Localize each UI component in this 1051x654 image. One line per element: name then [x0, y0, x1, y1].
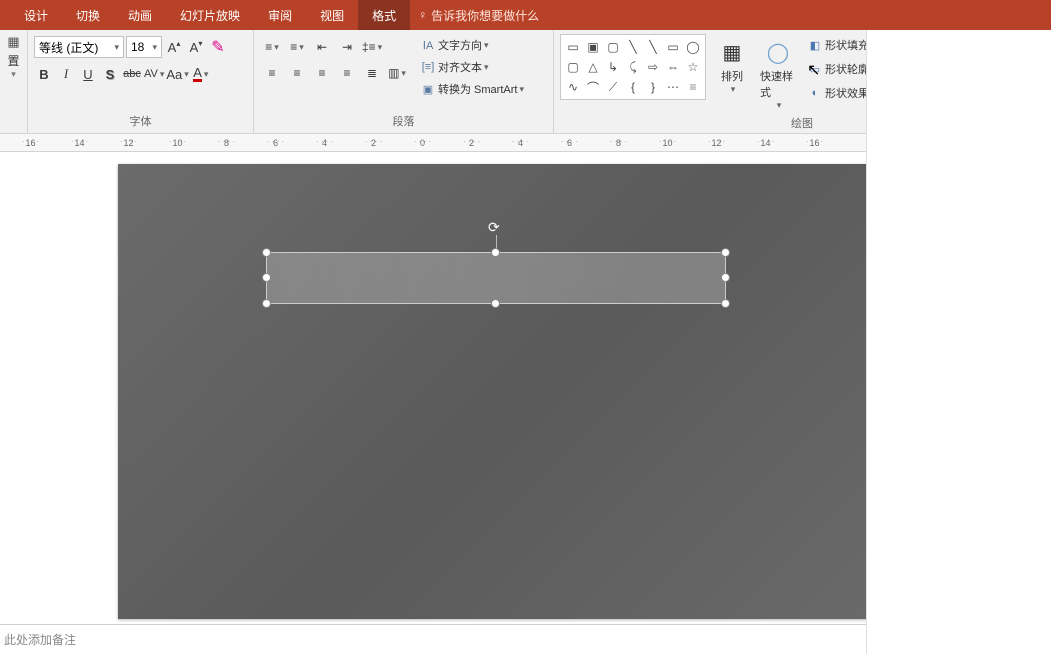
align-center-button[interactable]: ≡	[285, 62, 309, 84]
chevron-down-icon: ▾	[152, 42, 157, 53]
group-reset: ▦ 置 ▾	[0, 30, 28, 133]
shape-curve-icon[interactable]: ⤹	[624, 58, 642, 76]
reset-icon: ▦	[7, 34, 19, 50]
tab-format[interactable]: 格式	[358, 0, 410, 31]
tell-me-search[interactable]: ♀ 告诉我你想要做什么	[418, 7, 539, 24]
shape-lbrace-icon[interactable]: {	[624, 78, 642, 96]
reset-button[interactable]: ▦ 置 ▾	[0, 30, 27, 84]
tab-animations[interactable]: 动画	[114, 0, 166, 31]
group-paragraph: ≡▾ ≡▾ ⇤ ⇥ ‡≡▾ ≡ ≡ ≡ ≡ ≣ ▥▾ ⅠA文字方向▾ [≡]对齐…	[254, 30, 554, 133]
convert-smartart-button[interactable]: ▣转换为 SmartArt▾	[417, 78, 527, 100]
tell-me-label: 告诉我你想要做什么	[431, 7, 539, 24]
slide[interactable]: ⟳	[118, 164, 933, 619]
underline-button[interactable]: U	[78, 63, 98, 85]
bullets-button[interactable]: ≡▾	[260, 36, 284, 58]
right-blank-area	[866, 30, 1051, 654]
shape-effects-icon: ◐	[807, 87, 823, 99]
align-right-button[interactable]: ≡	[310, 62, 334, 84]
align-left-button[interactable]: ≡	[260, 62, 284, 84]
dropdown-icon: ▾	[11, 69, 16, 80]
font-group-label: 字体	[28, 111, 253, 133]
resize-handle-bm[interactable]	[491, 299, 500, 308]
grow-font-button[interactable]: A▴	[164, 36, 184, 58]
italic-button[interactable]: I	[56, 63, 76, 85]
selected-text-box[interactable]: ⟳	[266, 252, 726, 304]
tab-design[interactable]: 设计	[10, 0, 62, 31]
bulb-icon: ♀	[418, 8, 427, 22]
shape-textbox-icon[interactable]: ▭	[564, 38, 582, 56]
shapes-gallery[interactable]: ▭ ▣ ▢ ╲ ╲ ▭ ◯ ▢ △ ↳ ⤹ ⇨ ⇔ ☆ ∿ ⌒ ⟋ { } ⋯	[560, 34, 706, 100]
change-case-button[interactable]: Aa▾	[166, 63, 188, 85]
clear-format-button[interactable]: ✎	[208, 36, 228, 58]
strikethrough-button[interactable]: abc	[122, 63, 142, 85]
shape-effects-button[interactable]: ◐形状效果	[804, 82, 872, 104]
shape-roundrect-icon[interactable]: ▢	[564, 58, 582, 76]
shape-elbow-icon[interactable]: ↳	[604, 58, 622, 76]
resize-handle-tl[interactable]	[262, 248, 271, 257]
align-text-icon: [≡]	[420, 61, 436, 73]
shape-outline-icon: ▭	[807, 63, 823, 76]
distribute-button[interactable]: ≣	[360, 62, 384, 84]
shape-wave-icon[interactable]: ∿	[564, 78, 582, 96]
resize-handle-ml[interactable]	[262, 273, 271, 282]
shape-rbrace-icon[interactable]: }	[644, 78, 662, 96]
bold-button[interactable]: B	[34, 63, 54, 85]
shape-oval-icon[interactable]: ◯	[684, 38, 702, 56]
reset-label: 置	[7, 52, 19, 69]
shape-fill-button[interactable]: ◧形状填充	[804, 34, 872, 56]
shape-arc-icon[interactable]: ⌒	[584, 78, 602, 96]
tab-review[interactable]: 审阅	[254, 0, 306, 31]
text-direction-button[interactable]: ⅠA文字方向▾	[417, 34, 527, 56]
decrease-indent-button[interactable]: ⇤	[310, 36, 334, 58]
resize-handle-mr[interactable]	[721, 273, 730, 282]
arrange-button[interactable]: ▦ 排列▾	[712, 34, 752, 97]
shape-fill-icon: ◧	[807, 39, 823, 52]
smartart-icon: ▣	[420, 83, 436, 96]
shape-rect-icon[interactable]: ▢	[604, 38, 622, 56]
shape-outline-button[interactable]: ▭形状轮廓	[804, 58, 872, 80]
columns-button[interactable]: ▥▾	[385, 62, 409, 84]
char-spacing-button[interactable]: AV▾	[144, 63, 164, 85]
text-shadow-button[interactable]: S	[100, 63, 120, 85]
tab-slideshow[interactable]: 幻灯片放映	[166, 0, 254, 31]
shape-star-icon[interactable]: ☆	[684, 58, 702, 76]
justify-button[interactable]: ≡	[335, 62, 359, 84]
rotate-handle[interactable]: ⟳	[488, 219, 504, 235]
shrink-font-button[interactable]: A▾	[186, 36, 206, 58]
shape-arrow-icon[interactable]: ⇨	[644, 58, 662, 76]
shape-triangle-icon[interactable]: △	[584, 58, 602, 76]
ribbon-tabs: 设计 切换 动画 幻灯片放映 审阅 视图 格式 ♀ 告诉我你想要做什么	[0, 0, 1051, 30]
paragraph-group-label: 段落	[254, 111, 553, 133]
arrange-icon: ▦	[716, 36, 748, 68]
shape-line2-icon[interactable]: ╲	[644, 38, 662, 56]
font-family-combo[interactable]: 等线 (正文) ▾	[34, 36, 124, 58]
notes-placeholder[interactable]: 此处添加备注	[0, 624, 866, 654]
tab-transitions[interactable]: 切换	[62, 0, 114, 31]
numbering-button[interactable]: ≡▾	[285, 36, 309, 58]
quick-styles-icon: ◯	[762, 36, 794, 68]
font-family-value: 等线 (正文)	[39, 39, 98, 56]
shape-freeform-icon[interactable]: ⟋	[604, 78, 622, 96]
resize-handle-bl[interactable]	[262, 299, 271, 308]
shape-doublearrow-icon[interactable]: ⇔	[664, 58, 682, 76]
line-spacing-button[interactable]: ‡≡▾	[360, 36, 384, 58]
resize-handle-tr[interactable]	[721, 248, 730, 257]
group-font: 等线 (正文) ▾ 18 ▾ A▴ A▾ ✎ B I U S abc AV▾ Aa▾…	[28, 30, 254, 133]
resize-handle-tm[interactable]	[491, 248, 500, 257]
shape-line-icon[interactable]: ╲	[624, 38, 642, 56]
shape-expand-icon[interactable]: ≡	[684, 78, 702, 96]
font-size-value: 18	[131, 40, 144, 54]
font-size-combo[interactable]: 18 ▾	[126, 36, 162, 58]
shape-rect2-icon[interactable]: ▭	[664, 38, 682, 56]
increase-indent-button[interactable]: ⇥	[335, 36, 359, 58]
tab-view[interactable]: 视图	[306, 0, 358, 31]
chevron-down-icon: ▾	[114, 42, 119, 53]
font-color-button[interactable]: A▾	[191, 63, 211, 85]
resize-handle-br[interactable]	[721, 299, 730, 308]
quick-styles-button[interactable]: ◯ 快速样式▾	[758, 34, 798, 113]
shape-more-icon[interactable]: ⋯	[664, 78, 682, 96]
text-direction-icon: ⅠA	[420, 39, 436, 52]
align-text-button[interactable]: [≡]对齐文本▾	[417, 56, 527, 78]
shape-picture-icon[interactable]: ▣	[584, 38, 602, 56]
